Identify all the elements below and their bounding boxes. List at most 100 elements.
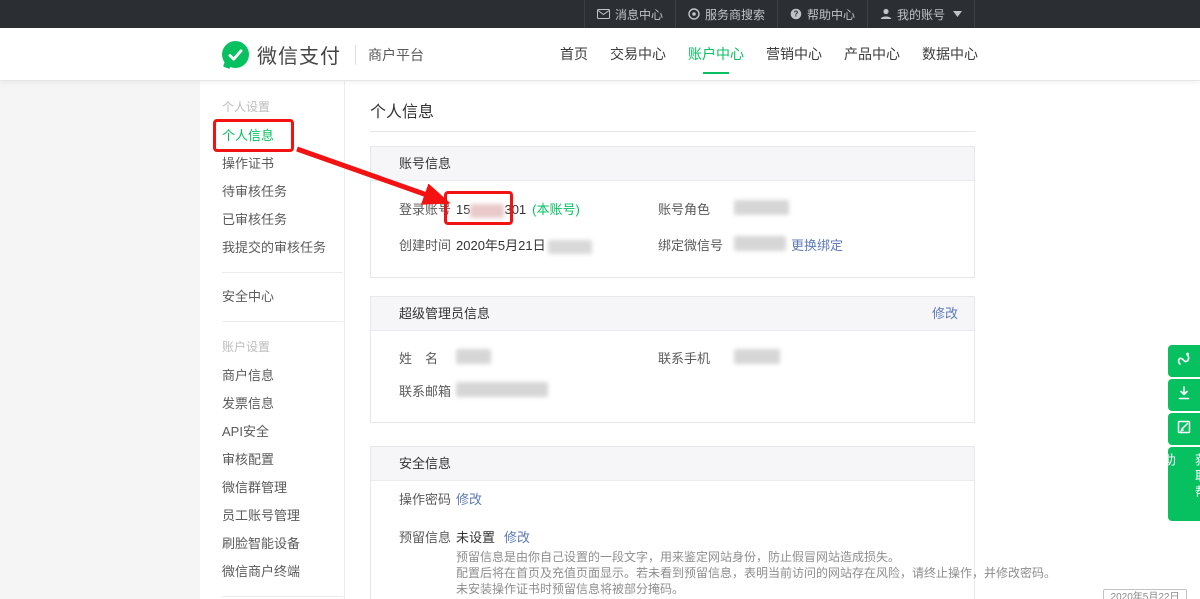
nav-data-center[interactable]: 数据中心 [920,28,980,80]
sidebar: 个人设置 个人信息 操作证书 待审核任务 已审核任务 我提交的审核任务 安全中心… [200,80,345,599]
login-account-prefix: 15 [456,202,470,217]
topbar-item-label: 服务商搜索 [705,6,765,23]
topbar-item-label: 我的账号 [897,6,945,23]
edit-password-link[interactable]: 修改 [456,489,482,508]
sidebar-item-invoice-info[interactable]: 发票信息 [222,390,344,418]
sidebar-item-merchant-info[interactable]: 商户信息 [222,362,344,390]
nav-home[interactable]: 首页 [558,28,590,80]
super-admin-section: 超级管理员信息 修改 姓 名 联系手机 联系邮箱 [370,296,975,423]
created-time-value: 2020年5月21日 [456,235,592,254]
mail-icon [597,9,610,19]
account-role-label: 账号角色 [658,199,710,218]
description-line: 预留信息是由你自己设置的一段文字，用来鉴定网站身份，防止假冒网站造成损失。 [456,549,1056,565]
brand-divider [355,45,356,65]
redacted-email [456,382,548,397]
security-info-section-header: 安全信息 [371,447,974,481]
description-line: 配置后将在首页及充值页面显示。若未看到预留信息，表明当前访问的网站存在风险，请终… [456,565,1056,581]
sidebar-item-reviewed-tasks[interactable]: 已审核任务 [222,206,344,234]
created-time-label: 创建时间 [399,235,451,254]
left-gutter [0,80,200,599]
sidebar-item-wechat-merchant-terminal[interactable]: 微信商户终端 [222,558,344,586]
main-nav: 首页 交易中心 账户中心 营销中心 产品中心 数据中心 [558,28,980,80]
security-info-section: 安全信息 操作密码 修改 预留信息 未设置 修改 预留信息是由你自己设置的一段文… [370,446,975,599]
sidebar-divider [222,272,343,273]
redacted-name [456,349,491,364]
account-info-section: 账号信息 登录账号 15 301 (本账号) 账号角色 创建时间 2020年5月21… [370,146,975,278]
user-icon [880,8,892,20]
topbar-help-center[interactable]: ? 帮助中心 [777,0,867,28]
redacted-phone [734,349,780,364]
wechat-pay-merchant-portal: 消息中心 服务商搜索 ? 帮助中心 我的账号 [0,0,1200,599]
site-header: 微信支付 商户平台 首页 交易中心 账户中心 营销中心 产品中心 数据中心 [0,28,1200,81]
feedback-button[interactable] [1168,413,1200,445]
redacted-account-role [734,200,789,215]
bound-wechat-label: 绑定微信号 [658,235,723,254]
sidebar-item-security-center[interactable]: 安全中心 [222,283,344,311]
edit-icon [1176,419,1192,440]
get-help-label: 获取帮助 [1152,453,1200,515]
chevron-down-icon [953,11,962,17]
svg-text:?: ? [794,10,799,19]
login-account-suffix: 301 [504,202,526,217]
topbar: 消息中心 服务商搜索 ? 帮助中心 我的账号 [0,0,1200,28]
sidebar-divider [222,596,343,597]
sidebar-item-my-submitted-tasks[interactable]: 我提交的审核任务 [222,234,344,262]
name-label: 姓 名 [399,348,438,367]
redacted-created-time [548,240,592,254]
sidebar-item-staff-account-management[interactable]: 员工账号管理 [222,502,344,530]
download-button[interactable] [1168,379,1200,411]
reserve-info-description: 预留信息是由你自己设置的一段文字，用来鉴定网站身份，防止假冒网站造成损失。 配置… [456,549,1056,597]
sidebar-item-pending-review-tasks[interactable]: 待审核任务 [222,178,344,206]
section-title: 账号信息 [399,156,451,171]
brand-name: 微信支付 [257,40,341,69]
search-icon [688,8,700,20]
hotline-icon [1176,351,1192,372]
contact-email-label: 联系邮箱 [399,381,451,400]
wechat-pay-logo-icon [222,41,249,68]
get-help-button[interactable]: 获取帮助 [1168,447,1200,521]
question-icon: ? [790,8,802,20]
nav-account-center[interactable]: 账户中心 [686,28,746,80]
rebind-link[interactable]: 更换绑定 [791,235,843,254]
current-account-tag: (本账号) [532,202,580,217]
nav-product-center[interactable]: 产品中心 [842,28,902,80]
sidebar-group-personal-settings: 个人设置 [222,92,344,122]
redacted-login-digits [470,204,504,218]
contact-phone-label: 联系手机 [658,348,710,367]
sidebar-item-api-security[interactable]: API安全 [222,418,344,446]
sidebar-item-face-pay-devices[interactable]: 刷脸智能设备 [222,530,344,558]
brand: 微信支付 商户平台 [222,40,424,69]
date-badge: 2020年5月22日 [1103,589,1187,599]
page-title: 个人信息 [370,98,434,122]
sidebar-group-account-settings: 账户设置 [222,332,344,362]
login-account-value: 15 301 (本账号) [456,199,580,218]
topbar-my-account[interactable]: 我的账号 [867,0,975,28]
login-account-label: 登录账号 [399,199,451,218]
edit-reserve-info-link[interactable]: 修改 [504,527,530,546]
section-title: 安全信息 [399,456,451,471]
sidebar-divider [222,321,343,322]
sidebar-item-review-config[interactable]: 审核配置 [222,446,344,474]
section-title: 超级管理员信息 [399,306,490,321]
redacted-wechat-id [734,236,786,251]
topbar-service-provider-search[interactable]: 服务商搜索 [675,0,777,28]
super-admin-section-header: 超级管理员信息 修改 [371,297,974,331]
reserve-info-status: 未设置 [456,527,495,546]
floating-help-bar: 获取帮助 [1168,345,1200,523]
operation-password-label: 操作密码 [399,489,451,508]
topbar-message-center[interactable]: 消息中心 [584,0,675,28]
hotline-button[interactable] [1168,345,1200,377]
sidebar-item-operation-certificate[interactable]: 操作证书 [222,150,344,178]
nav-transaction-center[interactable]: 交易中心 [608,28,668,80]
title-divider [370,131,975,132]
nav-marketing-center[interactable]: 营销中心 [764,28,824,80]
topbar-item-label: 帮助中心 [807,6,855,23]
edit-admin-link[interactable]: 修改 [932,297,958,331]
reserve-info-label: 预留信息 [399,527,451,546]
account-info-section-header: 账号信息 [371,147,974,181]
created-date-text: 2020年5月21日 [456,238,546,253]
portal-name: 商户平台 [368,45,424,65]
sidebar-item-wechat-group-management[interactable]: 微信群管理 [222,474,344,502]
sidebar-item-personal-info[interactable]: 个人信息 [222,122,344,150]
topbar-menu: 消息中心 服务商搜索 ? 帮助中心 我的账号 [584,0,975,28]
